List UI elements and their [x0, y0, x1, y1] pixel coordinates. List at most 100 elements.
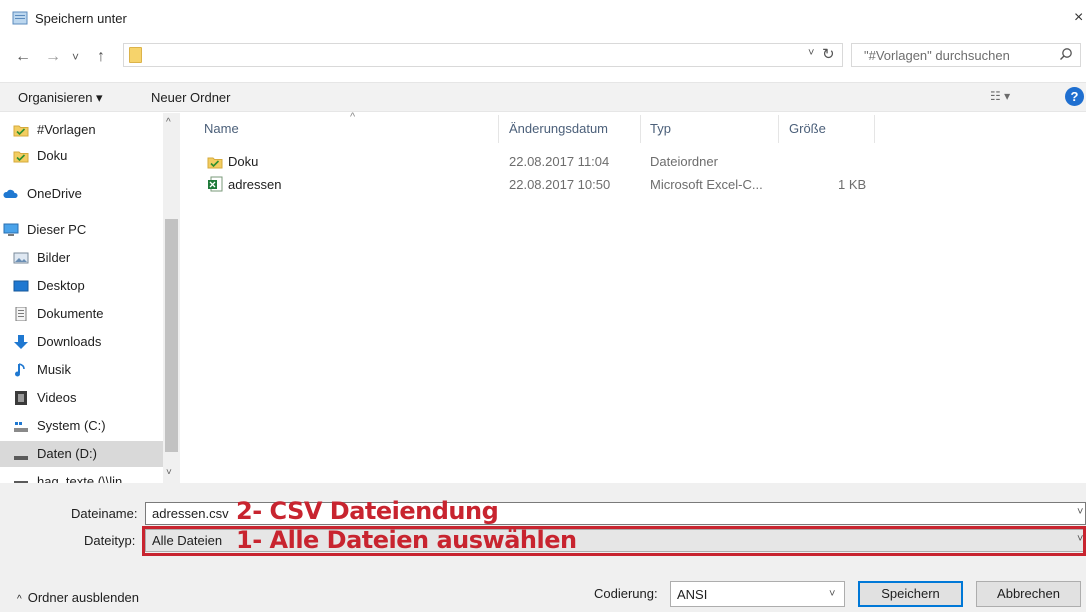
sidebar-item-label: #Vorlagen [37, 122, 96, 137]
sidebar-item-label: Bilder [37, 250, 71, 265]
sidebar-item-videos[interactable]: Videos [0, 385, 163, 411]
sidebar-item-musik[interactable]: Musik [0, 357, 163, 383]
sidebar-item-label: OneDrive [27, 186, 82, 201]
sidebar-item-vorlagen[interactable]: #Vorlagen [0, 117, 163, 143]
folder-icon [129, 47, 142, 63]
file-name: adressen [228, 177, 282, 192]
column-header-type[interactable]: Typ [650, 121, 671, 136]
sidebar-item-label: Downloads [37, 334, 102, 349]
sidebar-item-daten-d[interactable]: Daten (D:) [0, 441, 163, 467]
sidebar-item-label: Dieser PC [27, 222, 87, 237]
close-icon[interactable]: × [1074, 9, 1083, 27]
column-divider[interactable] [640, 115, 641, 143]
view-options-icon[interactable]: ☷ ▾ [990, 89, 1010, 103]
command-toolbar: Organisieren ▾ Neuer Ordner ☷ ▾ ? [0, 82, 1086, 112]
sidebar-item-label: Doku [37, 148, 68, 163]
sort-ascending-icon: ^ [350, 111, 356, 123]
organize-menu-button[interactable]: Organisieren ▾ [18, 90, 103, 106]
scroll-down-icon[interactable]: ˅ [166, 467, 172, 478]
video-icon [13, 391, 29, 405]
navigation-pane: #Vorlagen Doku OneDrive Dieser PC Bilder Desk… [0, 113, 180, 483]
folder-check-icon [13, 123, 29, 137]
sidebar-item-dieser-pc[interactable]: Dieser PC [0, 217, 163, 243]
cancel-button[interactable]: Abbrechen [976, 581, 1081, 607]
up-arrow-icon[interactable]: ↑ [97, 48, 105, 66]
search-icon[interactable] [1059, 47, 1073, 61]
documents-icon [13, 306, 29, 322]
excel-csv-icon [208, 176, 223, 192]
back-arrow-icon[interactable]: ← [15, 48, 31, 66]
desktop-icon [13, 279, 29, 293]
drive-system-icon [13, 419, 29, 433]
sidebar-item-hag-texte-lin[interactable]: hag_texte (\\lin [0, 469, 163, 483]
sidebar-item-label: Videos [37, 390, 77, 405]
filename-value: adressen.csv [152, 506, 229, 521]
file-row[interactable]: adressen 22.08.2017 10:50 Microsoft Exce… [188, 174, 888, 196]
pictures-icon [13, 251, 29, 265]
window-title: Speichern unter [35, 11, 127, 26]
file-name: Doku [228, 154, 259, 169]
sidebar-item-system-c[interactable]: System (C:) [0, 413, 163, 439]
chevron-up-icon: ^ [17, 594, 22, 605]
computer-icon [3, 223, 19, 237]
sidebar-item-label: hag_texte (\\lin [37, 474, 123, 483]
file-type: Dateiordner [650, 154, 718, 169]
file-type: Microsoft Excel-C... [650, 177, 763, 192]
file-date: 22.08.2017 10:50 [509, 177, 611, 192]
drive-icon [13, 447, 29, 461]
column-divider[interactable] [498, 115, 499, 143]
file-size: 1 KB [838, 177, 867, 192]
column-header-name[interactable]: Name [204, 121, 239, 136]
chevron-down-icon[interactable]: ˅ [1077, 506, 1083, 518]
folder-check-icon [207, 157, 223, 169]
hide-folders-label: Ordner ausblenden [27, 590, 140, 605]
sidebar-item-desktop[interactable]: Desktop [0, 273, 163, 299]
filename-label: Dateiname: [71, 506, 138, 521]
encoding-value: ANSI [677, 587, 708, 602]
address-bar[interactable]: ˅ ↻ [123, 43, 843, 67]
annotation-step-2: 2- CSV Dateiendung [236, 497, 499, 525]
sidebar-item-bilder[interactable]: Bilder [0, 245, 163, 271]
notepad-app-icon [12, 11, 28, 25]
network-drive-icon [13, 475, 29, 483]
help-icon[interactable]: ? [1065, 87, 1084, 106]
search-input[interactable]: "#Vorlagen" durchsuchen [851, 43, 1081, 67]
filetype-label: Dateityp: [84, 533, 136, 548]
new-folder-button[interactable]: Neuer Ordner [151, 90, 230, 105]
file-date: 22.08.2017 11:04 [509, 154, 610, 169]
sidebar-item-doku[interactable]: Doku [0, 143, 163, 169]
sidebar-item-label: System (C:) [37, 418, 106, 433]
sidebar-item-onedrive[interactable]: OneDrive [0, 181, 163, 207]
sidebar-item-label: Musik [37, 362, 71, 377]
refresh-icon[interactable]: ↻ [822, 45, 835, 63]
folder-check-icon [13, 149, 29, 163]
chevron-down-icon[interactable]: ˅ [829, 588, 835, 600]
column-header-size[interactable]: Größe [789, 121, 826, 136]
hide-folders-toggle[interactable]: ^ Ordner ausblenden [17, 590, 139, 605]
save-button[interactable]: Speichern [858, 581, 963, 607]
file-list: ^ Name Änderungsdatum Typ Größe Doku 22.… [188, 111, 1086, 483]
column-divider[interactable] [874, 115, 875, 143]
sidebar-item-downloads[interactable]: Downloads [0, 329, 163, 355]
chevron-down-icon[interactable]: ˅ [808, 47, 814, 59]
encoding-select[interactable]: ANSI ˅ [670, 581, 845, 607]
sidebar-item-dokumente[interactable]: Dokumente [0, 301, 163, 327]
scroll-up-icon[interactable]: ^ [166, 117, 171, 128]
forward-arrow-icon[interactable]: → [45, 48, 61, 66]
encoding-label: Codierung: [594, 586, 658, 601]
column-divider[interactable] [778, 115, 779, 143]
file-row[interactable]: Doku 22.08.2017 11:04 Dateiordner [188, 151, 888, 173]
sidebar-item-label: Daten (D:) [37, 446, 97, 461]
scrollbar-thumb[interactable] [165, 219, 178, 452]
download-icon [13, 335, 29, 349]
cloud-icon [3, 187, 19, 201]
sidebar-item-label: Desktop [37, 278, 85, 293]
annotation-step-1: 1- Alle Dateien auswählen [236, 526, 577, 554]
search-placeholder: "#Vorlagen" durchsuchen [864, 48, 1010, 63]
sidebar-scrollbar[interactable]: ^ ˅ [163, 113, 180, 483]
column-header-date[interactable]: Änderungsdatum [509, 121, 608, 136]
sidebar-item-label: Dokumente [37, 306, 104, 321]
recent-locations-chevron-icon[interactable]: ˅ [72, 50, 79, 64]
music-icon [13, 363, 29, 377]
title-bar: Speichern unter × [0, 0, 1086, 36]
